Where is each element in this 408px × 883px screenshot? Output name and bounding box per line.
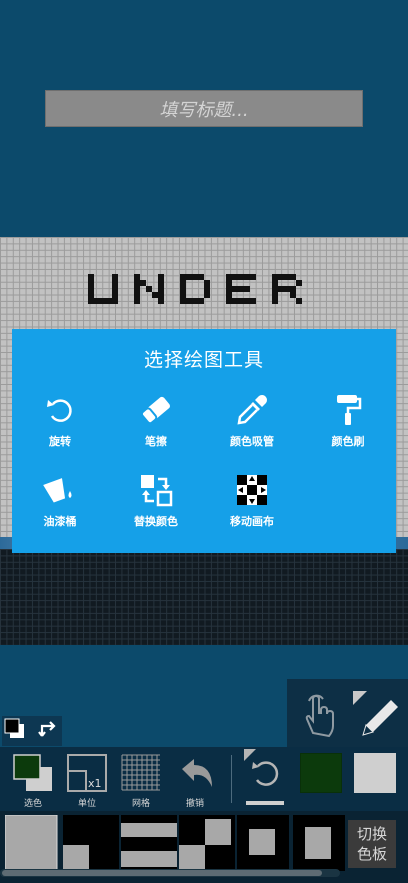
- tool-eyedropper[interactable]: 颜色吸管: [204, 393, 300, 473]
- undo-label: 撤销: [185, 799, 204, 809]
- unit-label: 单位: [77, 799, 96, 809]
- pixel-letter-u: [88, 274, 118, 304]
- bottom-toolbar: 选色 x1 单位 网格 撤销: [0, 747, 408, 811]
- grid-button[interactable]: 网格: [120, 753, 162, 809]
- grid-label: 网格: [131, 799, 150, 809]
- palette-scrollbar[interactable]: [0, 869, 340, 877]
- grid-icon: [121, 754, 160, 791]
- eyedropper-icon: [237, 395, 267, 425]
- tool-rotate-label: 旋转: [49, 435, 71, 448]
- title-input[interactable]: 填写标题...: [45, 90, 363, 127]
- color-pair-icon: [13, 754, 52, 791]
- select-color-button[interactable]: 选色: [12, 753, 54, 809]
- rotate-tool-button[interactable]: [242, 747, 288, 807]
- color-swap-toggle[interactable]: [2, 716, 62, 746]
- primary-color-swatch[interactable]: [300, 753, 342, 793]
- tool-paint-roller[interactable]: 颜色刷: [300, 393, 396, 473]
- tool-replace-color[interactable]: 替换颜色: [108, 473, 204, 553]
- select-tool-dialog: 选择绘图工具 旋转 笔擦 颜色吸管 颜色刷 油漆桶 替换颜色 移动画布: [12, 329, 396, 553]
- canvas-dark-area: [0, 549, 408, 645]
- rotate-icon: [47, 399, 72, 422]
- pixel-art-text: [88, 274, 302, 304]
- pixel-letter-r: [272, 274, 302, 304]
- unit-button[interactable]: x1 单位: [66, 753, 108, 809]
- secondary-color-swatch[interactable]: [354, 753, 396, 793]
- pixel-letter-n: [134, 274, 164, 304]
- tool-rotate[interactable]: 旋转: [12, 393, 108, 473]
- pattern-swatches[interactable]: [5, 815, 345, 871]
- move-canvas-icon: [237, 475, 267, 505]
- dialog-title: 选择绘图工具: [143, 349, 264, 371]
- replace-color-icon: [141, 475, 173, 507]
- tool-paint-bucket-label: 油漆桶: [43, 515, 77, 528]
- pencil-icon[interactable]: [349, 687, 405, 743]
- tool-replace-color-label: 替换颜色: [134, 515, 178, 528]
- undo-icon: [182, 759, 212, 787]
- hand-touch-icon[interactable]: [301, 693, 341, 737]
- tool-eraser-label: 笔擦: [145, 435, 167, 448]
- switch-palette-button[interactable]: 切换色板: [348, 820, 396, 868]
- unit-value: x1: [88, 777, 102, 790]
- tool-move-canvas[interactable]: 移动画布: [204, 473, 300, 553]
- pixel-letter-e: [226, 274, 256, 304]
- eraser-icon: [141, 396, 170, 425]
- unit-icon: x1: [67, 754, 107, 792]
- tool-paint-bucket[interactable]: 油漆桶: [12, 473, 108, 553]
- tool-eraser[interactable]: 笔擦: [108, 393, 204, 473]
- pixel-letter-d: [180, 274, 210, 304]
- paint-bucket-icon: [43, 478, 72, 503]
- tool-eyedropper-label: 颜色吸管: [230, 435, 274, 448]
- palette-scroll-thumb[interactable]: [2, 870, 322, 876]
- rotate-icon: [244, 749, 284, 805]
- toolbar-divider: [231, 755, 232, 803]
- undo-button[interactable]: 撤销: [174, 753, 216, 809]
- tool-paint-roller-label: 颜色刷: [331, 435, 365, 448]
- mode-panel: [287, 679, 408, 747]
- swap-colors-icon: [4, 718, 56, 738]
- paint-roller-icon: [337, 395, 362, 425]
- select-color-label: 选色: [23, 799, 42, 809]
- tool-move-canvas-label: 移动画布: [230, 515, 274, 528]
